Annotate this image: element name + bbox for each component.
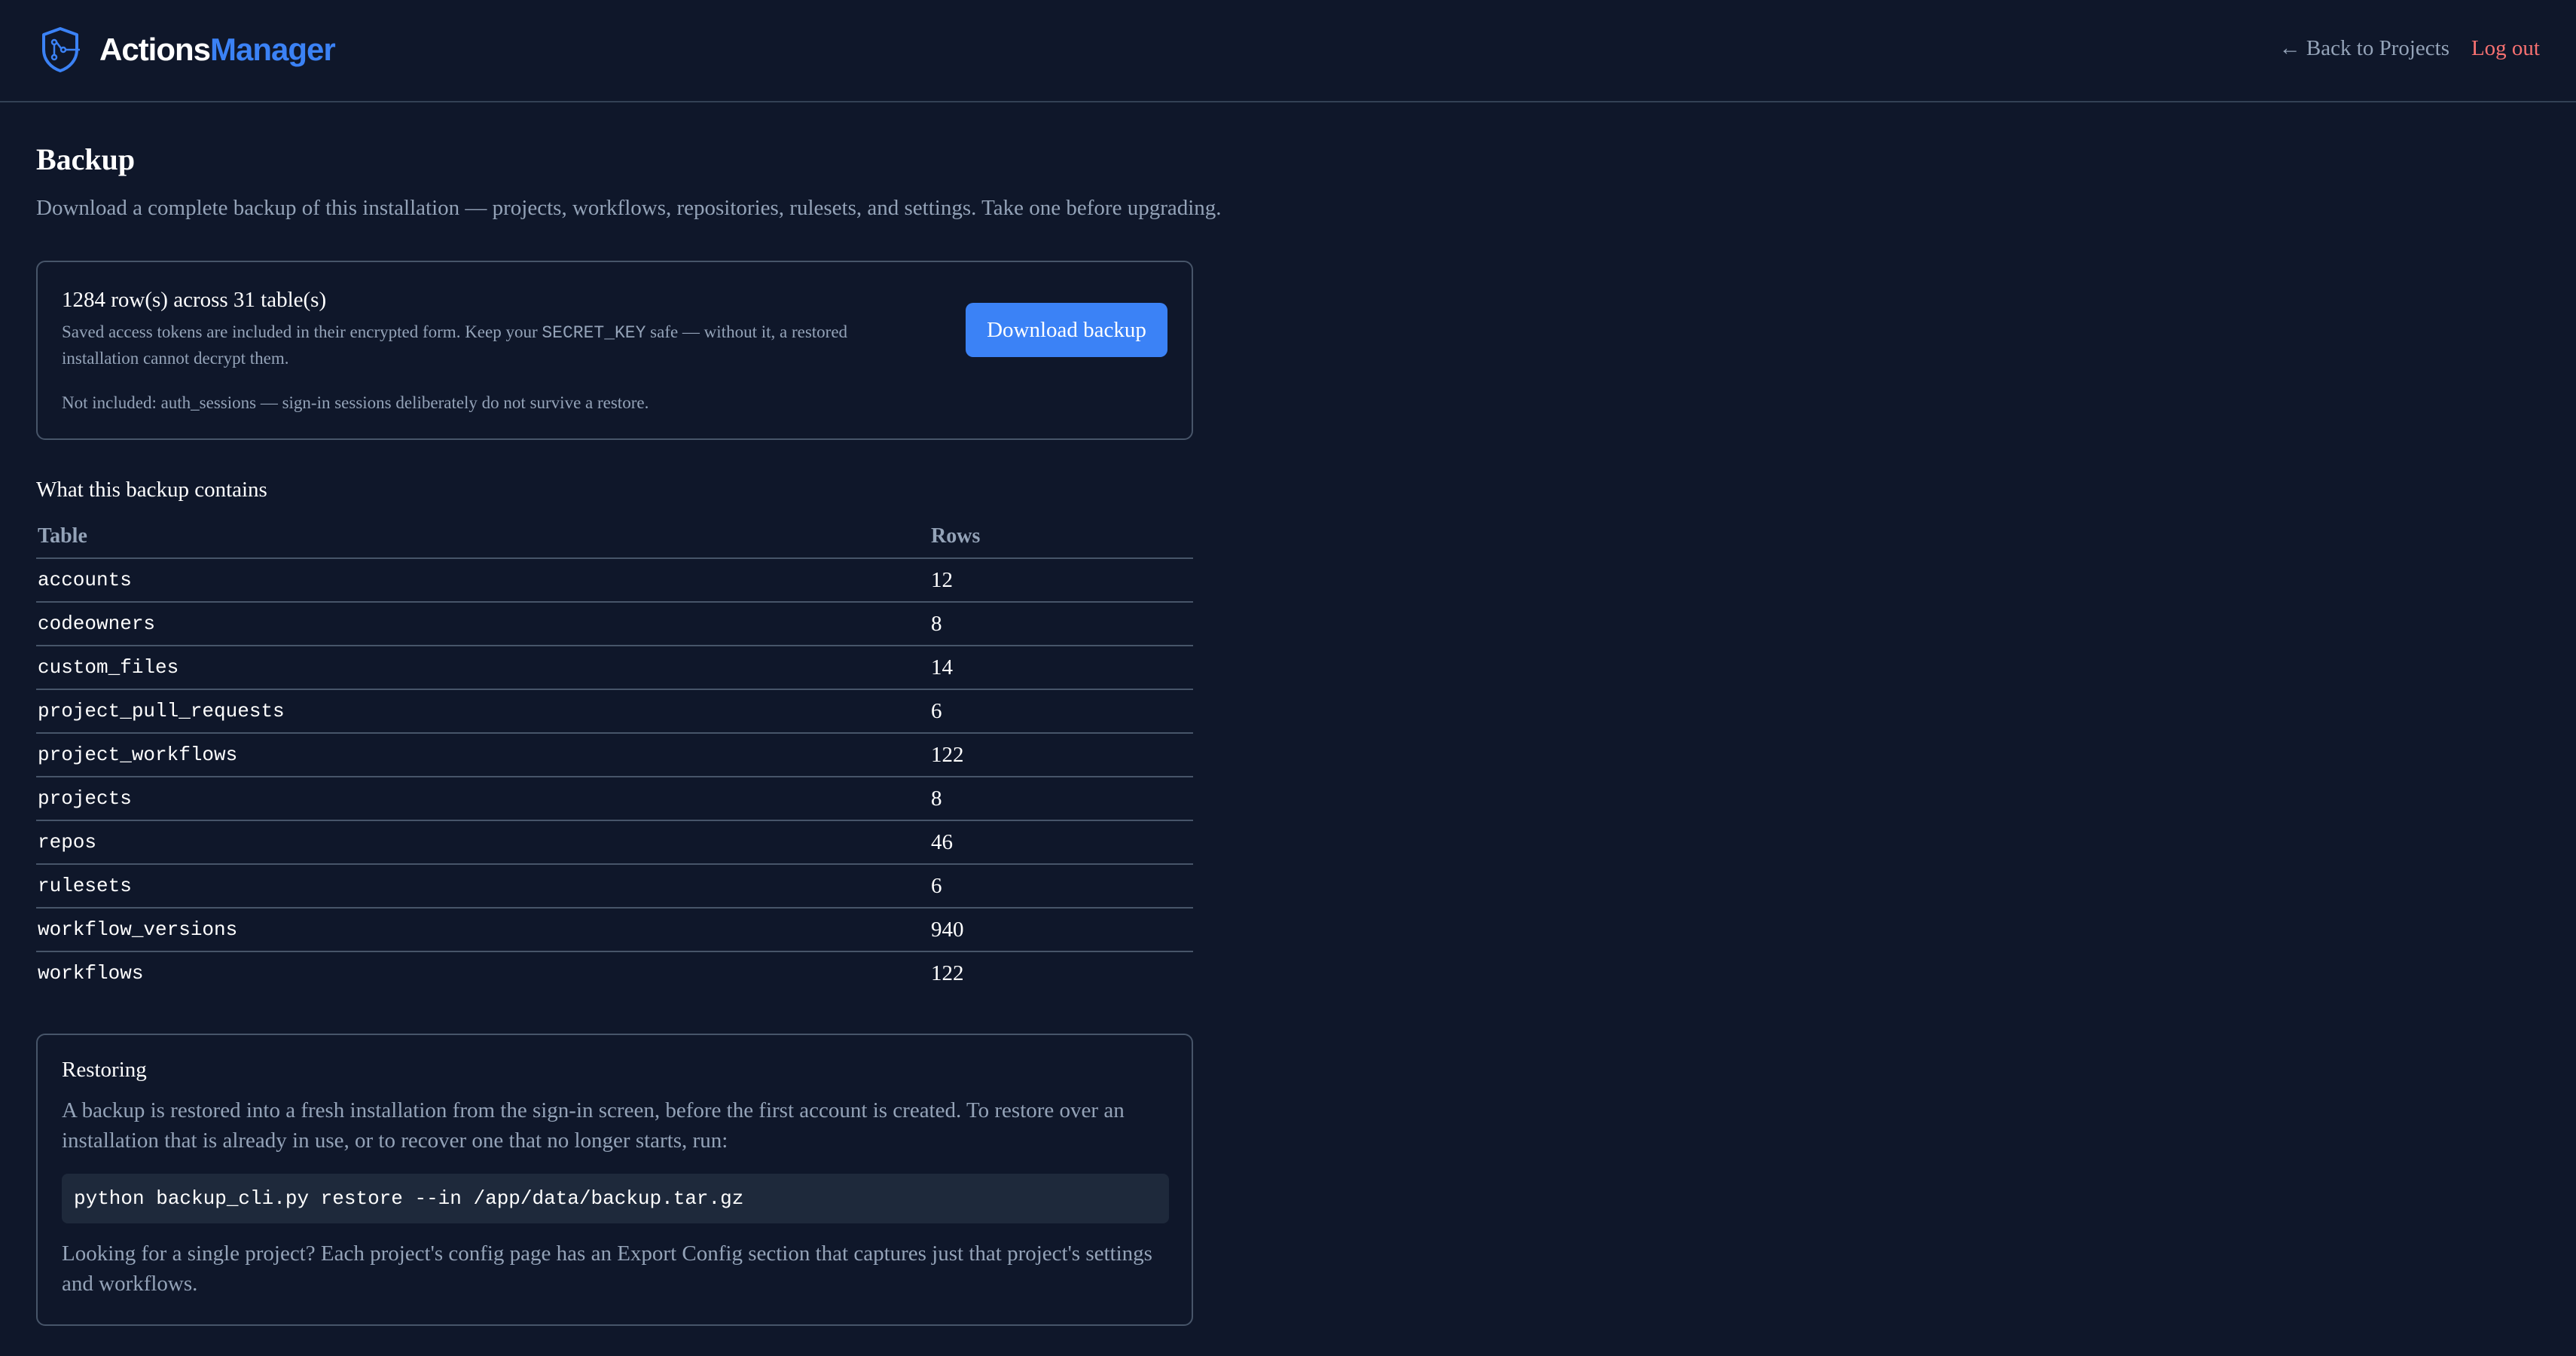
back-to-projects-link[interactable]: ← Back to Projects [2279,33,2449,63]
table-name-cell: workflow_versions [38,918,238,941]
top-bar: ActionsManager ← Back to Projects Log ou… [0,0,2576,102]
table-name-cell: workflows [38,962,144,985]
brand-name-part1: Actions [99,32,211,67]
row-count-cell: 8 [931,786,942,811]
contents-heading: What this backup contains [36,478,267,502]
table-name-cell: repos [38,831,97,854]
table-row: project_pull_requests 6 [36,690,1193,734]
table-name-cell: projects [38,787,132,810]
table-name-cell: custom_files [38,656,179,679]
table-row: workflow_versions 940 [36,909,1193,952]
row-count-cell: 6 [931,874,942,898]
table-name-cell: accounts [38,569,132,591]
row-count-summary: 1284 row(s) across 31 table(s) [62,288,327,312]
table-header-row: Table Rows [36,515,1193,559]
restore-command-block[interactable]: python backup_cli.py restore --in /app/d… [62,1174,1169,1223]
table-row: rulesets 6 [36,865,1193,909]
excluded-note: Not included: auth_sessions — sign-in se… [62,393,649,412]
table-row: codeowners 8 [36,603,1193,646]
table-row: project_workflows 122 [36,734,1193,777]
table-name-cell: project_workflows [38,744,238,766]
table-name-cell: codeowners [38,612,156,635]
column-header-rows: Rows [931,524,981,548]
row-count-cell: 940 [931,918,964,942]
logout-link[interactable]: Log out [2471,33,2540,63]
table-row: workflows 122 [36,952,1193,996]
restoring-card: Restoring A backup is restored into a fr… [36,1034,1193,1326]
row-count-cell: 12 [931,568,953,592]
page-subtitle: Download a complete backup of this insta… [36,196,1222,220]
table-row: repos 46 [36,821,1193,865]
brand-name[interactable]: ActionsManager [99,29,336,71]
row-count-cell: 8 [931,612,942,636]
contents-table: Table Rows accounts 12 codeowners 8 cust… [36,515,1193,996]
row-count-cell: 46 [931,830,953,854]
row-count-cell: 122 [931,961,964,985]
table-name-cell: project_pull_requests [38,700,285,722]
table-row: custom_files 14 [36,646,1193,690]
restoring-instructions: A backup is restored into a fresh instal… [62,1098,1125,1153]
encryption-note-text-1: Saved access tokens are included in thei… [62,322,542,341]
column-header-table: Table [38,524,87,548]
encryption-note: Saved access tokens are included in thei… [62,319,928,371]
table-name-cell: rulesets [38,875,132,897]
row-count-cell: 6 [931,699,942,723]
download-backup-button[interactable]: Download backup [966,303,1167,357]
table-row: projects 8 [36,777,1193,821]
table-row: accounts 12 [36,559,1193,603]
restoring-title: Restoring [62,1058,147,1082]
page-title: Backup [36,142,136,176]
secret-key-code: SECRET_KEY [542,323,646,343]
backup-summary-card: 1284 row(s) across 31 table(s) Saved acc… [36,261,1193,440]
shield-workflow-icon [42,27,80,72]
row-count-cell: 14 [931,655,953,680]
brand-name-part2: Manager [210,32,336,67]
row-count-cell: 122 [931,743,964,767]
export-config-hint: Looking for a single project? Each proje… [62,1241,1152,1296]
